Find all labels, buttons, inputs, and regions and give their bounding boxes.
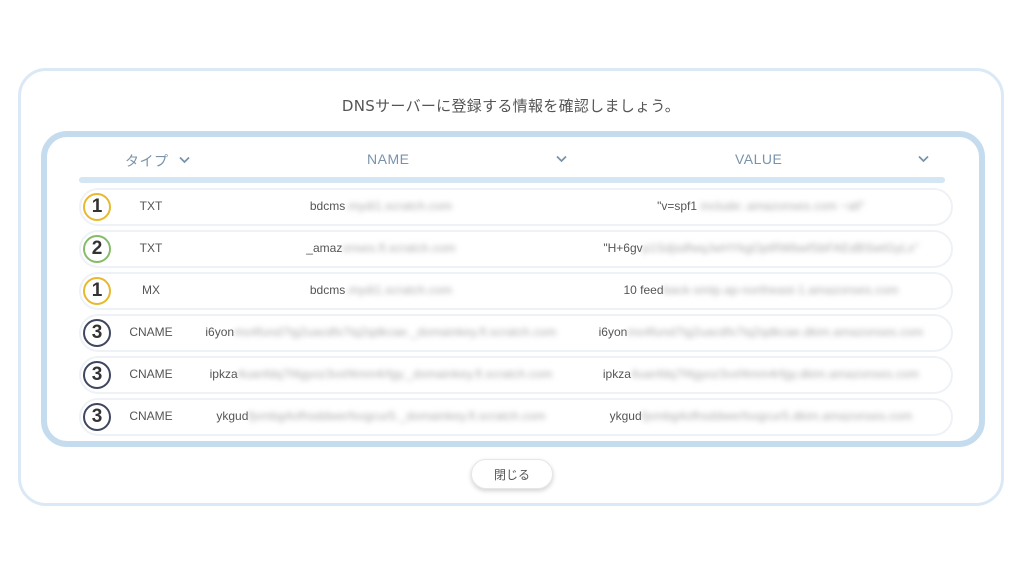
record-name-visible: _amaz xyxy=(306,241,343,255)
table-body: 1 TXT bdcms.mydi1.scratch.com "v=spf1 in… xyxy=(79,188,953,440)
dns-records-table: タイプ NAME VALUE 1 TXT bdcms.mydi1.scratch… xyxy=(41,131,985,447)
table-row[interactable]: 1 MX bdcms.mydi1.scratch.com 10 feedback… xyxy=(79,272,953,310)
record-name-visible: ykgud xyxy=(216,409,249,423)
record-value-masked: back-smtp.ap-northeast-1.amazonses.com xyxy=(663,283,899,297)
table-row[interactable]: 3 CNAME i6yonmo4fund7tg2uacdfx7tq2qdkcae… xyxy=(79,314,953,352)
step-number-badge: 1 xyxy=(83,193,111,221)
record-name-masked: .mydi1.scratch.com xyxy=(345,199,453,213)
table-row[interactable]: 2 TXT _amazonses.fl.scratch.com "H+6gvp1… xyxy=(79,230,953,268)
header-value[interactable]: VALUE xyxy=(735,151,782,167)
record-name-masked: 4uanfdq7f4gyoz3vxf4mm4rfgy._domainkey.fl… xyxy=(237,367,553,381)
record-type: MX xyxy=(142,283,160,297)
record-value-masked: fjxmbg4ofhsddwerfsvgcur5.dkim.amazonses.… xyxy=(641,409,913,423)
dialog-title: DNSサーバーに登録する情報を確認しましょう。 xyxy=(341,97,681,115)
record-value-visible: ipkza xyxy=(602,367,631,381)
record-type: TXT xyxy=(139,199,163,213)
record-value: "H+6gvp1SdjsdfwqJwHYkgOptRWbwfSbFAEdBSwt… xyxy=(581,241,941,255)
header-type-label: タイプ xyxy=(125,153,169,169)
record-name-visible: bdcms xyxy=(309,283,346,297)
record-name: ipkza4uanfdq7f4gyoz3vxf4mm4rfgy._domaink… xyxy=(201,367,561,381)
record-value-masked: mo4fund7tg2uacdfx7tq2qdkcae.dkim.amazons… xyxy=(627,325,924,339)
close-button[interactable]: 閉じる xyxy=(471,459,553,489)
record-value: 10 feedback-smtp.ap-northeast-1.amazonse… xyxy=(581,283,941,297)
record-type: CNAME xyxy=(129,409,173,423)
record-name-masked: onses.fl.scratch.com xyxy=(342,241,456,255)
record-name-masked: mo4fund7tg2uacdfx7tq2qdkcae._domainkey.f… xyxy=(234,325,557,339)
record-name-masked: .mydi1.scratch.com xyxy=(345,283,453,297)
record-value-masked: p1SdjsdfwqJwHYkgOptRWbwfSbFAEdBSwtGyLx" xyxy=(642,241,919,255)
record-name: bdcms.mydi1.scratch.com xyxy=(201,283,561,297)
record-value-visible: ykgud xyxy=(609,409,642,423)
dns-info-dialog: DNSサーバーに登録する情報を確認しましょう。 タイプ NAME VALUE 1… xyxy=(18,68,1004,506)
table-header: タイプ NAME VALUE xyxy=(47,137,979,183)
table-row[interactable]: 3 CNAME ykgudfjxmbg4ofhsddwerfsvgcur5._d… xyxy=(79,398,953,436)
table-row[interactable]: 1 TXT bdcms.mydi1.scratch.com "v=spf1 in… xyxy=(79,188,953,226)
step-number-badge: 2 xyxy=(83,235,111,263)
record-value: i6yonmo4fund7tg2uacdfx7tq2qdkcae.dkim.am… xyxy=(581,325,941,339)
step-number-badge: 3 xyxy=(83,403,111,431)
step-number-badge: 1 xyxy=(83,277,111,305)
record-name: ykgudfjxmbg4ofhsddwerfsvgcur5._domainkey… xyxy=(201,409,561,423)
record-value-visible: "v=spf1 xyxy=(657,199,698,213)
record-type: CNAME xyxy=(129,325,173,339)
record-type: TXT xyxy=(139,241,163,255)
table-row[interactable]: 3 CNAME ipkza4uanfdq7f4gyoz3vxf4mm4rfgy.… xyxy=(79,356,953,394)
chevron-down-icon[interactable] xyxy=(556,155,567,163)
chevron-down-icon[interactable] xyxy=(178,155,190,167)
record-name-visible: bdcms xyxy=(309,199,346,213)
header-name[interactable]: NAME xyxy=(367,151,409,167)
record-name-masked: fjxmbg4ofhsddwerfsvgcur5._domainkey.fl.s… xyxy=(248,409,546,423)
record-value: "v=spf1 include:.amazonses.com ~all" xyxy=(581,199,941,213)
record-name: i6yonmo4fund7tg2uacdfx7tq2qdkcae._domain… xyxy=(201,325,561,339)
chevron-down-icon[interactable] xyxy=(918,155,929,163)
step-number-badge: 3 xyxy=(83,361,111,389)
record-value-masked: 4uanfdq7f4gyoz3vxf4mm4rfgy.dkim.amazonse… xyxy=(630,367,920,381)
record-type: CNAME xyxy=(129,367,173,381)
record-value-visible: 10 feed xyxy=(623,283,664,297)
header-name-label: NAME xyxy=(367,151,410,167)
header-divider xyxy=(79,177,945,183)
header-value-label: VALUE xyxy=(735,151,783,167)
step-number-badge: 3 xyxy=(83,319,111,347)
record-value: ykgudfjxmbg4ofhsddwerfsvgcur5.dkim.amazo… xyxy=(581,409,941,423)
record-name: bdcms.mydi1.scratch.com xyxy=(201,199,561,213)
record-value-masked: include:.amazonses.com ~all" xyxy=(697,199,865,213)
record-value-visible: i6yon xyxy=(598,325,628,339)
record-name: _amazonses.fl.scratch.com xyxy=(201,241,561,255)
record-value-visible: "H+6gv xyxy=(603,241,643,255)
record-value: ipkza4uanfdq7f4gyoz3vxf4mm4rfgy.dkim.ama… xyxy=(581,367,941,381)
header-type[interactable]: タイプ xyxy=(125,151,190,171)
record-name-visible: i6yon xyxy=(205,325,235,339)
record-name-visible: ipkza xyxy=(209,367,238,381)
